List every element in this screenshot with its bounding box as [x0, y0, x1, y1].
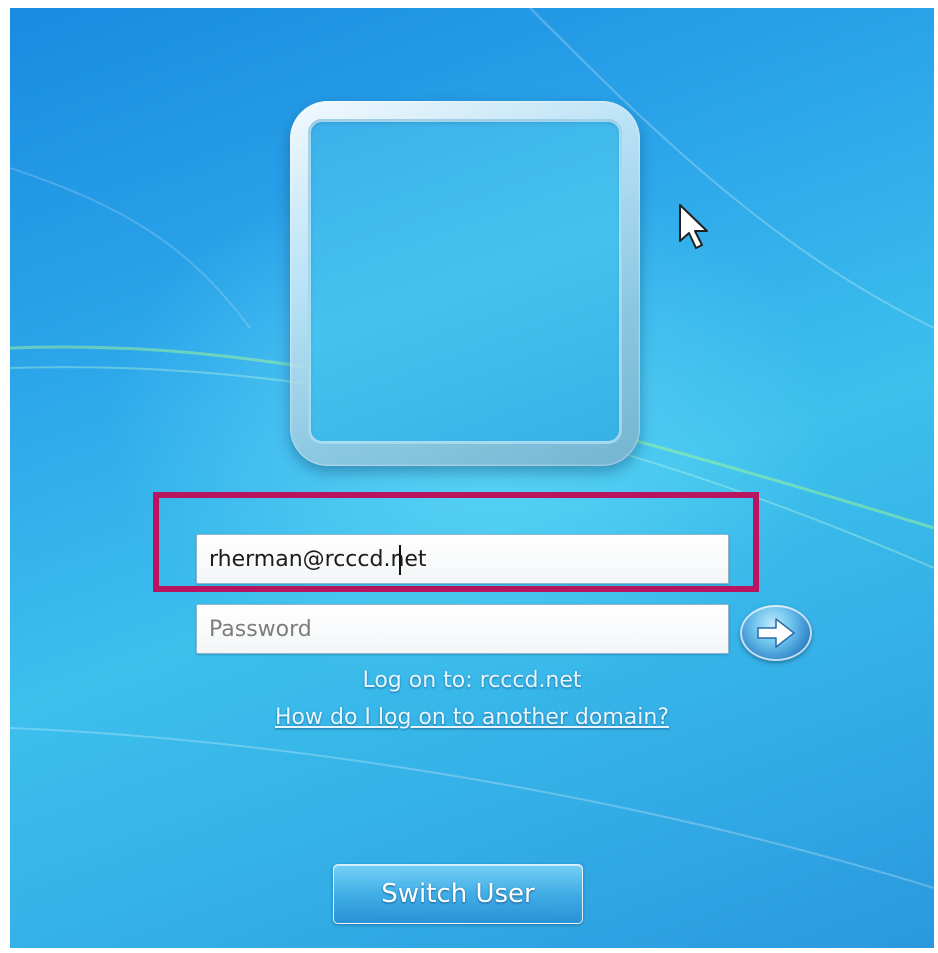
login-screen: Log on to: rcccd.net How do I log on to … [10, 8, 934, 948]
user-tile-icon [308, 119, 622, 444]
other-domain-link[interactable]: How do I log on to another domain? [275, 705, 669, 730]
mouse-pointer-icon [679, 204, 708, 249]
username-input[interactable] [196, 534, 729, 584]
other-domain-link-row: How do I log on to another domain? [10, 705, 934, 730]
password-input[interactable] [196, 604, 729, 654]
submit-button[interactable] [740, 605, 812, 661]
switch-user-button[interactable]: Switch User [333, 864, 583, 924]
logon-domain-text: Log on to: rcccd.net [362, 668, 582, 693]
arrow-right-icon [757, 618, 795, 648]
text-caret [399, 545, 401, 575]
user-tile-frame [290, 101, 640, 466]
